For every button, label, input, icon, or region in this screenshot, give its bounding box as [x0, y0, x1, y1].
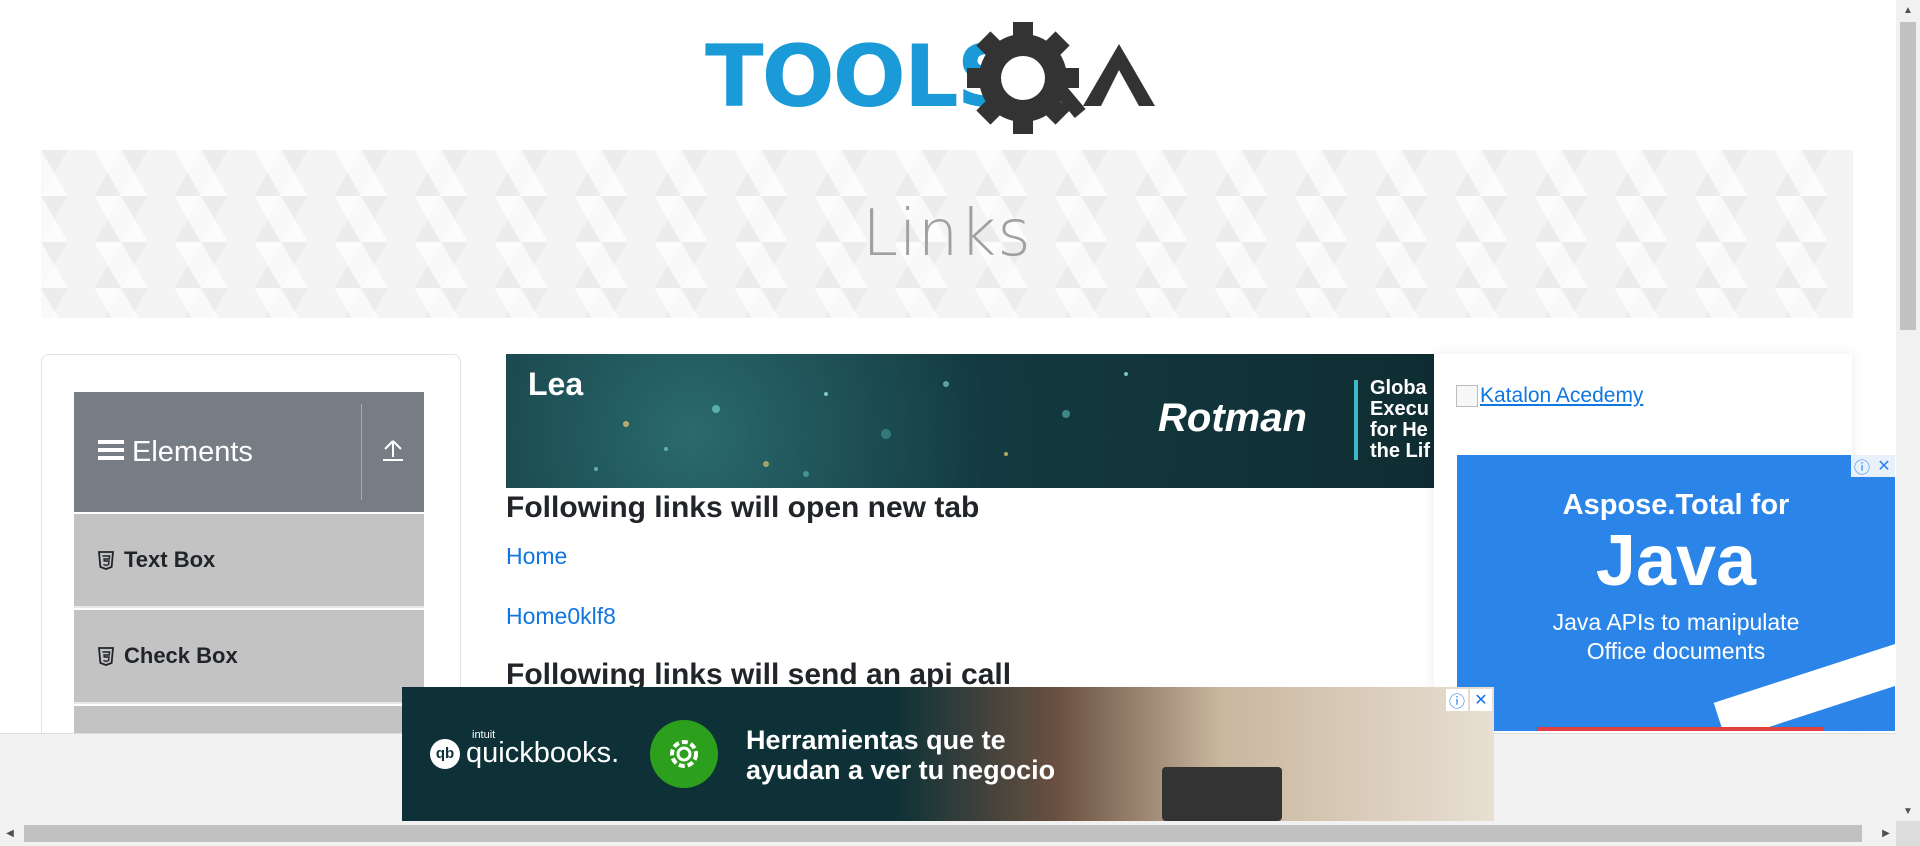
upload-arrow-icon — [382, 438, 404, 467]
elements-group-header[interactable]: Elements — [74, 392, 424, 512]
ad-lead-text: Lea — [528, 366, 584, 402]
html5-icon — [98, 646, 114, 666]
hamburger-icon — [98, 438, 124, 467]
aspose-ad-title: Aspose.Total for — [1562, 489, 1790, 521]
collapse-toggle-button[interactable] — [362, 392, 424, 512]
katalon-academy-link[interactable]: Katalon Acedemy — [1456, 384, 1643, 408]
settings-gear-icon — [650, 720, 718, 788]
laptop-image — [1162, 767, 1282, 821]
ad-side-text: Globa Execu for He the Lif — [1370, 377, 1430, 462]
rotman-ad-banner[interactable]: Lea Rotman Globa Execu for He the Lif — [506, 354, 1434, 488]
home-link[interactable]: Home — [506, 543, 567, 570]
heading-new-tab-links: Following links will open new tab — [506, 491, 980, 524]
ad-accent-bar — [1354, 380, 1358, 460]
logo-letter-a — [1083, 44, 1155, 106]
ad-info-icon[interactable]: ⓘ — [1446, 689, 1468, 711]
gear-icon — [967, 22, 1086, 134]
scroll-up-icon[interactable]: ▲ — [1896, 0, 1920, 20]
scrollbar-corner — [1896, 821, 1920, 846]
quickbooks-brand: qb intuit quickbooks. — [430, 729, 619, 770]
dynamic-home-link[interactable]: Home0klf8 — [506, 603, 616, 630]
ad-red-bar — [1537, 727, 1823, 731]
ad-brand-text: Rotman — [1158, 396, 1307, 440]
aspose-ad-description: Java APIs to manipulate Office documents — [1552, 609, 1800, 664]
ad-close-icon[interactable]: ✕ — [1873, 455, 1895, 477]
sidebar-item-label: Check Box — [124, 643, 238, 668]
page-banner: Links — [41, 150, 1853, 318]
elements-group-label: Elements — [132, 435, 253, 468]
katalon-alt-text: Katalon Acedemy — [1480, 384, 1644, 407]
scroll-down-icon[interactable]: ▼ — [1896, 801, 1920, 821]
vertical-scroll-thumb[interactable] — [1900, 22, 1916, 330]
broken-image-icon — [1456, 385, 1478, 407]
sidebar-item-text-box[interactable]: Text Box — [74, 514, 424, 608]
aspose-ad[interactable]: Aspose.Total for Java Java APIs to manip… — [1457, 455, 1895, 731]
aspose-ad-java: Java — [1595, 521, 1757, 601]
sidebar-item-check-box[interactable]: Check Box — [74, 610, 424, 704]
horizontal-scrollbar[interactable]: ◀ ▶ — [0, 821, 1896, 846]
ad-close-icon[interactable]: ✕ — [1470, 689, 1492, 711]
scroll-left-icon[interactable]: ◀ — [0, 821, 20, 846]
vertical-scrollbar[interactable]: ▲ ▼ — [1896, 0, 1920, 821]
toolsqa-logo[interactable]: TOOLS — [705, 22, 1195, 136]
ad-info-icon[interactable]: ⓘ — [1851, 455, 1873, 477]
scroll-right-icon[interactable]: ▶ — [1876, 821, 1896, 846]
horizontal-scroll-thumb[interactable] — [24, 825, 1862, 842]
page-title: Links — [862, 197, 1032, 271]
quickbooks-ad-message: Herramientas que te ayudan a ver tu nego… — [746, 725, 1056, 785]
sidebar-item-label: Text Box — [124, 547, 216, 572]
left-panel: Elements Text Box Check Box — [41, 354, 461, 776]
quickbooks-logo-icon: qb — [430, 738, 460, 769]
html5-icon — [98, 550, 114, 570]
quickbooks-ad[interactable]: qb intuit quickbooks. Herramientas que t… — [402, 687, 1494, 821]
